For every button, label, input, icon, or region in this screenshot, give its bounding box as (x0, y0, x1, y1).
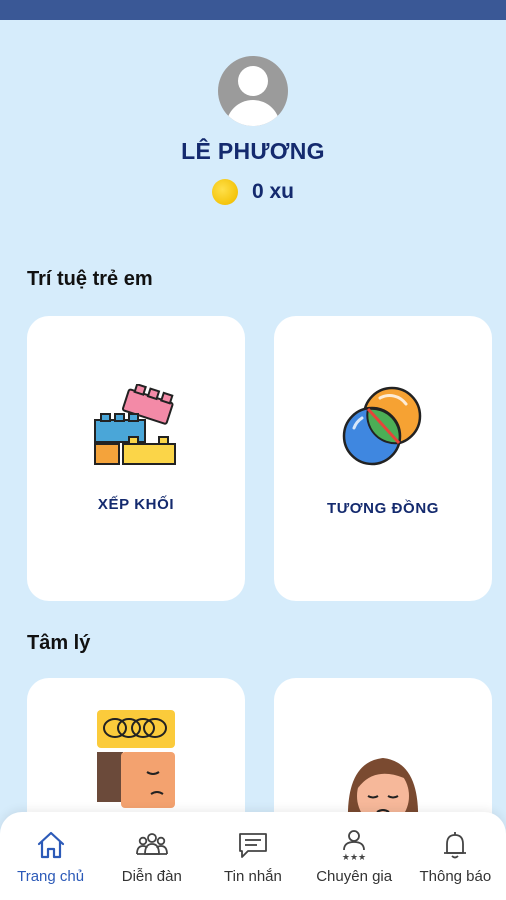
tab-messages[interactable]: Tin nhắn (203, 828, 303, 885)
expert-icon: ★★★ (342, 830, 366, 862)
tab-notifications[interactable]: Thông báo (405, 828, 505, 885)
status-bar (0, 0, 506, 20)
profile-header: LÊ PHƯƠNG 0 xu (0, 56, 506, 205)
user-name: LÊ PHƯƠNG (181, 138, 325, 164)
thinking-man-icon (97, 710, 175, 808)
bottom-tab-bar: Trang chủ Diễn đàn Tin nhắn ★★★ Chuyên g… (0, 812, 506, 900)
message-icon (239, 833, 267, 858)
forum-icon (135, 833, 168, 855)
card-label-similarity: TƯƠNG ĐỒNG (326, 500, 440, 517)
tab-forum[interactable]: Diễn đàn (102, 828, 202, 885)
card-label-blocks: XẾP KHỐI (97, 496, 175, 513)
tab-home[interactable]: Trang chủ (1, 828, 101, 885)
tab-label-home: Trang chủ (17, 868, 85, 885)
bell-icon (444, 832, 467, 859)
coin-icon (211, 179, 238, 205)
blocks-icon (94, 384, 176, 465)
card-blocks[interactable]: XẾP KHỐI (27, 316, 245, 601)
tab-experts[interactable]: ★★★ Chuyên gia (304, 828, 404, 885)
card-similarity[interactable]: TƯƠNG ĐỒNG (274, 316, 492, 601)
tab-label-notifications: Thông báo (419, 868, 492, 885)
section-title-psychology: Tâm lý (27, 632, 91, 654)
coin-balance: 0 xu (211, 179, 295, 205)
tab-label-forum: Diễn đàn (121, 868, 182, 885)
section-title-children-intelligence: Trí tuệ trẻ em (27, 268, 153, 290)
svg-text:★★★: ★★★ (342, 853, 366, 862)
tab-label-messages: Tin nhắn (224, 868, 282, 885)
overlap-circles-icon (342, 386, 422, 466)
coin-amount: 0 xu (251, 180, 295, 203)
avatar[interactable] (218, 56, 288, 126)
home-icon (37, 831, 64, 859)
tab-label-experts: Chuyên gia (316, 868, 393, 885)
